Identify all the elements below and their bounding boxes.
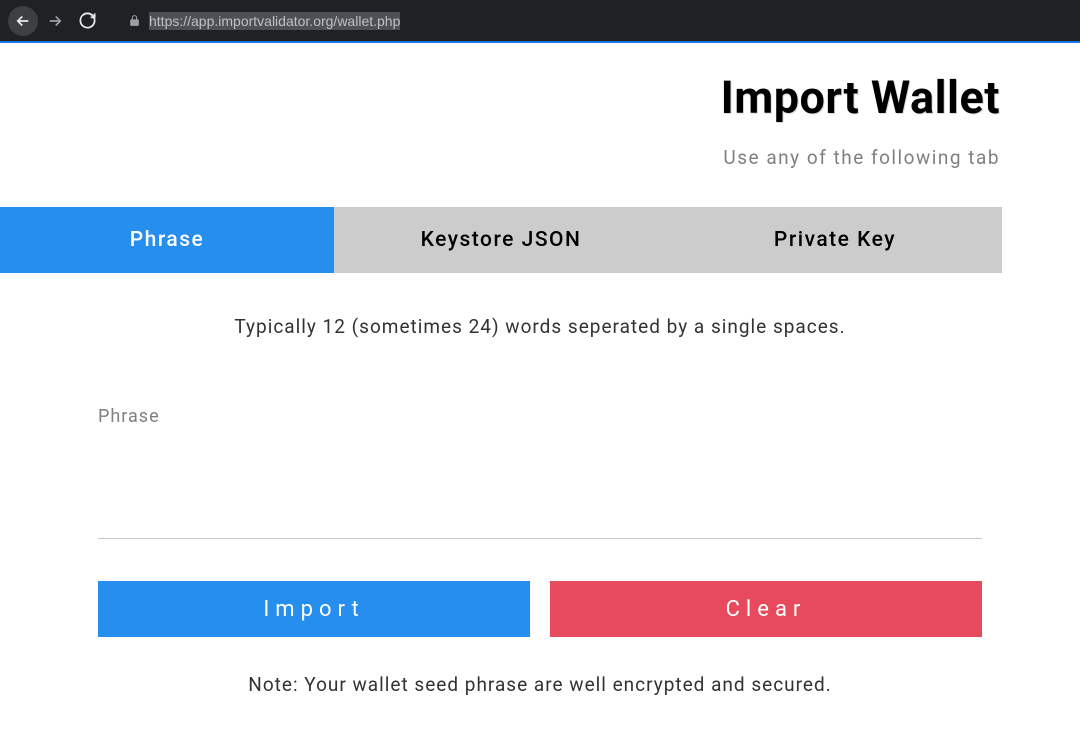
back-button[interactable]	[8, 6, 38, 36]
phrase-input-wrap	[98, 378, 982, 539]
action-buttons: Import Clear	[98, 581, 982, 637]
browser-bar: https://app.importvalidator.org/wallet.p…	[0, 0, 1080, 43]
phrase-input[interactable]	[98, 378, 982, 526]
arrow-left-icon	[14, 12, 32, 30]
url-bar[interactable]: https://app.importvalidator.org/wallet.p…	[114, 6, 1072, 36]
footer-note: Note: Your wallet seed phrase are well e…	[0, 673, 1080, 696]
page-content: Import Wallet Use any of the following t…	[0, 43, 1080, 696]
url-text: https://app.importvalidator.org/wallet.p…	[149, 12, 400, 30]
forward-button[interactable]	[40, 6, 70, 36]
tab-keystore-json[interactable]: Keystore JSON	[334, 207, 668, 273]
clear-button[interactable]: Clear	[550, 581, 982, 637]
page-header: Import Wallet Use any of the following t…	[0, 43, 1080, 169]
reload-icon	[78, 11, 97, 30]
page-title: Import Wallet	[0, 71, 1000, 124]
tabs: Phrase Keystore JSON Private Key	[0, 207, 1002, 273]
import-button[interactable]: Import	[98, 581, 530, 637]
arrow-right-icon	[46, 12, 64, 30]
tab-phrase[interactable]: Phrase	[0, 207, 334, 273]
page-subtitle: Use any of the following tab	[0, 146, 1000, 169]
instruction-text: Typically 12 (sometimes 24) words sepera…	[0, 315, 1080, 338]
lock-icon	[128, 14, 141, 27]
reload-button[interactable]	[72, 6, 102, 36]
tab-private-key[interactable]: Private Key	[668, 207, 1002, 273]
